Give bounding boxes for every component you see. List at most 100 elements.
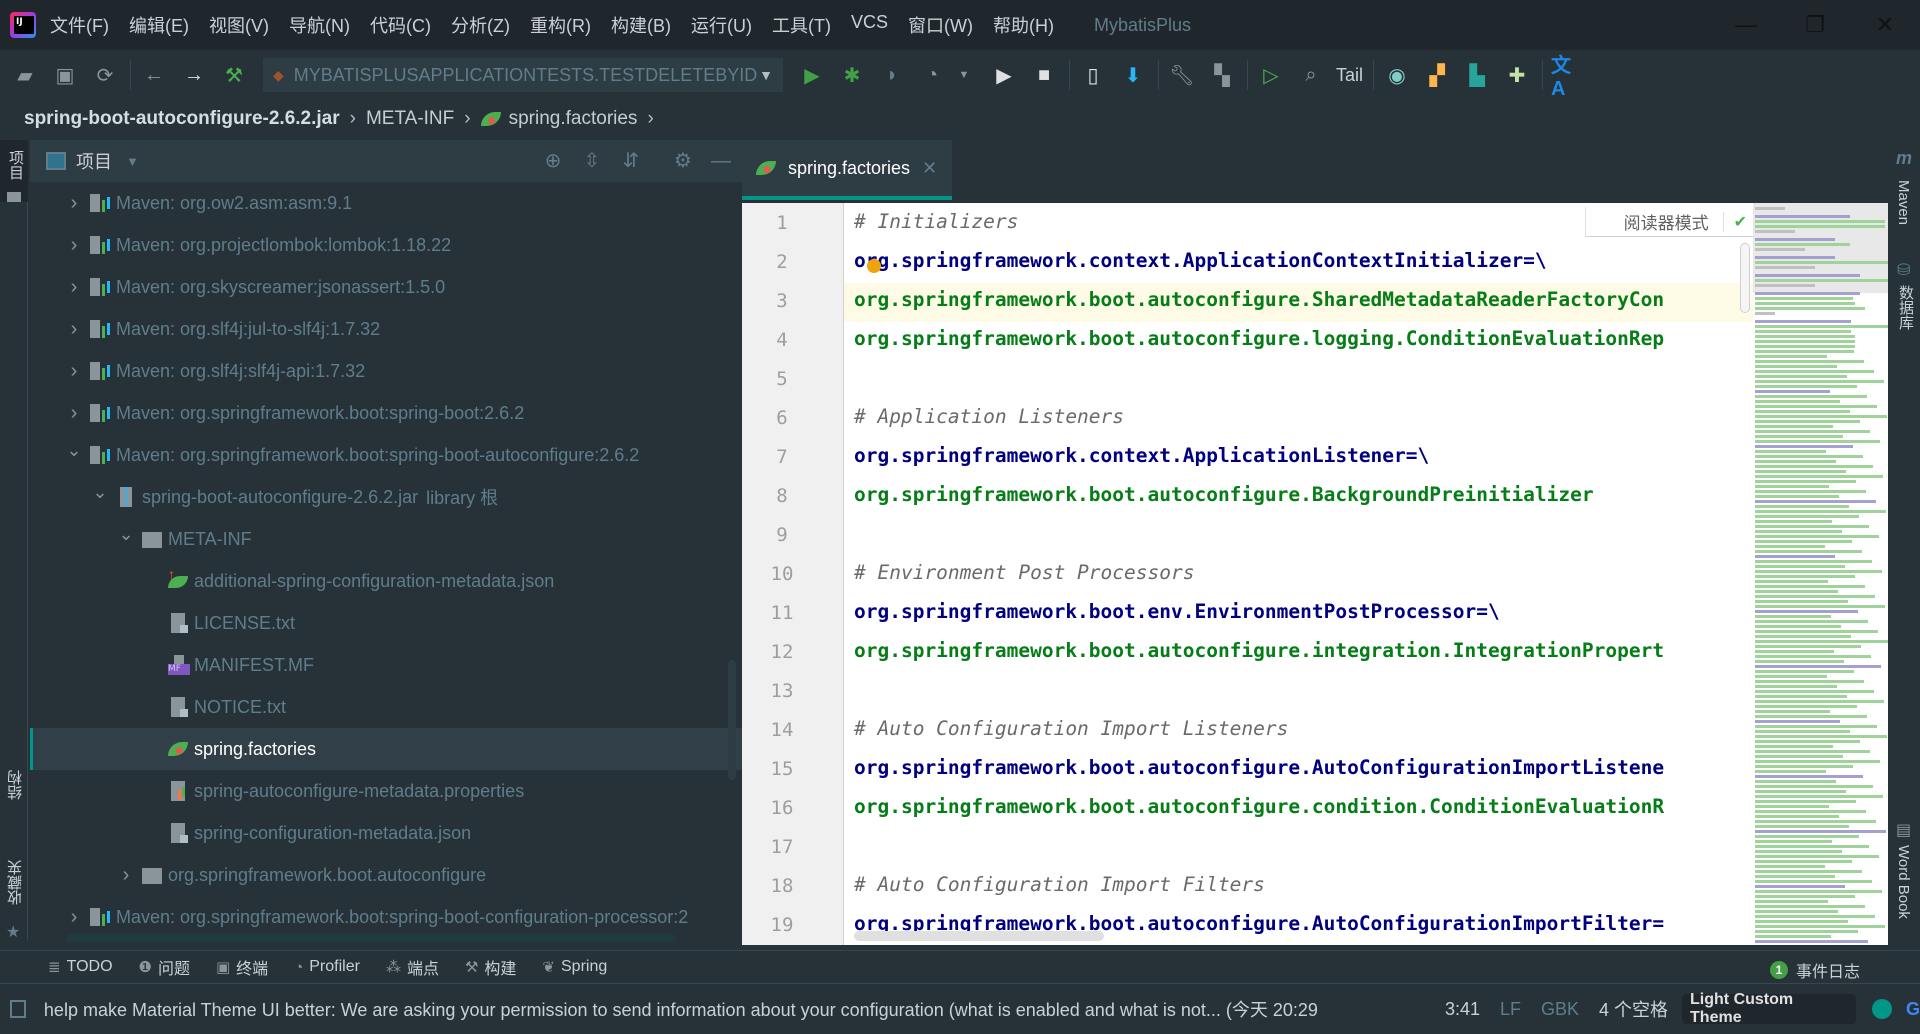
collapse-all-icon[interactable]: ⇵ [618, 148, 644, 174]
bottom-tab-构建[interactable]: ⚒ 构建 [465, 955, 516, 979]
chevron-down-icon[interactable]: ⌄ [90, 482, 110, 503]
bottom-tab-todo[interactable]: ≣ TODO [48, 958, 113, 976]
chevron-right-icon[interactable]: › [64, 360, 84, 383]
tree-item[interactable]: › Maven: org.slf4j:jul-to-slf4j:1.7.32 [30, 308, 742, 350]
back-icon[interactable]: ← [139, 60, 169, 90]
bottom-tab-spring[interactable]: ❦ Spring [542, 958, 607, 976]
tree-item[interactable]: spring.factories [30, 728, 742, 770]
tree-item[interactable]: ⌄ Maven: org.springframework.boot:spring-… [30, 434, 742, 476]
file-encoding[interactable]: GBK [1541, 999, 1579, 1020]
device-manager-icon[interactable]: ▯ [1078, 60, 1108, 90]
menu-item[interactable]: VCS [851, 12, 888, 38]
notification-icon[interactable] [10, 1000, 26, 1018]
tree-item[interactable]: MANIFEST.MF [30, 644, 742, 686]
menu-item[interactable]: 工具(T) [772, 12, 831, 38]
chevron-right-icon[interactable]: › [116, 864, 136, 887]
expand-all-icon[interactable]: ⇳ [579, 148, 605, 174]
tree-item[interactable]: › Maven: org.projectlombok:lombok:1.18.22 [30, 224, 742, 266]
menu-item[interactable]: 构建(B) [611, 12, 671, 38]
tail-button[interactable]: Tail [1336, 60, 1363, 90]
chevron-right-icon[interactable]: › [64, 192, 84, 215]
chevron-right-icon[interactable]: › [64, 906, 84, 929]
menu-item[interactable]: 窗口(W) [908, 12, 973, 38]
code-line[interactable]: org.springframework.boot.autoconfigure.i… [854, 639, 1664, 662]
gear-icon[interactable]: ⚙ [670, 148, 696, 174]
caret-position[interactable]: 3:41 [1445, 999, 1480, 1020]
theme-switcher[interactable]: Light Custom Theme [1682, 991, 1857, 1026]
code-line[interactable]: # Auto Configuration Import Listeners [854, 717, 1288, 740]
breadcrumb-jar[interactable]: spring-boot-autoconfigure-2.6.2.jar [24, 108, 340, 130]
chevron-right-icon[interactable]: › [64, 318, 84, 341]
chevron-right-icon[interactable]: › [64, 402, 84, 425]
tree-item[interactable]: › Maven: org.skyscreamer:jsonassert:1.5.0 [30, 266, 742, 308]
debug-icon[interactable]: ✱ [837, 60, 867, 90]
minimize-button[interactable]: — [1733, 12, 1759, 38]
hide-panel-icon[interactable]: — [708, 148, 734, 174]
code-line[interactable]: org.springframework.context.ApplicationL… [854, 444, 1429, 467]
plugin-icon[interactable]: ✚ [1502, 60, 1532, 90]
bottom-tab-profiler[interactable]: ◔ Profiler [294, 958, 360, 976]
tree-item[interactable]: NOTICE.txt [30, 686, 742, 728]
breadcrumb-spring-factories[interactable]: spring.factories [509, 108, 638, 130]
search-icon[interactable]: ⌕ [1296, 60, 1326, 90]
menu-item[interactable]: 帮助(H) [993, 12, 1054, 38]
code-line[interactable]: org.springframework.context.ApplicationC… [854, 249, 1547, 272]
menu-item[interactable]: 文件(F) [50, 12, 109, 38]
restore-button[interactable]: ❐ [1802, 12, 1828, 38]
build-hammer-icon[interactable]: ⚒ [219, 60, 249, 90]
tree-vertical-scrollbar[interactable] [728, 660, 736, 780]
editor-horizontal-scrollbar[interactable] [854, 931, 1104, 941]
tree-item[interactable]: spring-autoconfigure-metadata.properties [30, 770, 742, 812]
code-line[interactable]: org.springframework.boot.autoconfigure.S… [854, 288, 1664, 311]
code-editor[interactable]: 1 2 3 4 5 6 7 8 9 10 11 12 13 14 15 16 17 18 19 # Initiali… [742, 203, 1753, 945]
tree-item[interactable]: › Maven: org.ow2.asm:asm:9.1 [30, 182, 742, 224]
open-folder-icon[interactable]: ▰ [10, 60, 40, 90]
chevron-down-icon[interactable]: ⌄ [116, 524, 136, 545]
close-window-button[interactable]: ✕ [1872, 12, 1898, 38]
run-configuration-selector[interactable]: ◆ MYBATISPLUSAPPLICATIONTESTS.TESTDELETE… [263, 58, 783, 92]
menu-item[interactable]: 重构(R) [530, 12, 591, 38]
tree-item[interactable]: LICENSE.txt [30, 602, 742, 644]
google-icon[interactable]: G [1906, 999, 1920, 1020]
settings-wrench-icon[interactable]: 🔧︎ [1167, 60, 1197, 90]
chevron-right-icon[interactable]: › [64, 234, 84, 257]
run-anything-icon[interactable]: ▷ [1256, 60, 1286, 90]
lightbulb-icon[interactable] [867, 259, 881, 273]
tab-spring-factories[interactable]: spring.factories ✕ [742, 140, 952, 200]
run-icon[interactable]: ▶ [797, 60, 827, 90]
menu-item[interactable]: 代码(C) [370, 12, 431, 38]
code-line[interactable]: # Environment Post Processors [854, 561, 1194, 584]
inspection-ok-icon[interactable]: ✔ [1722, 211, 1747, 232]
translate-icon[interactable]: 文A [1551, 55, 1581, 100]
sync-icon[interactable]: ⟳ [90, 60, 120, 90]
chevron-down-icon[interactable]: ▼ [126, 154, 139, 169]
menu-item[interactable]: 导航(N) [289, 12, 350, 38]
code-minimap[interactable] [1753, 203, 1888, 945]
project-panel-title[interactable]: 项目 [76, 148, 112, 174]
mysql-icon[interactable]: ▙ [1462, 60, 1492, 90]
code-line[interactable]: # Auto Configuration Import Filters [854, 873, 1265, 896]
menu-item[interactable]: 编辑(E) [129, 12, 189, 38]
coverage-icon[interactable]: ◗ [877, 60, 907, 90]
record-icon[interactable]: ◉ [1382, 60, 1412, 90]
code-line[interactable]: org.springframework.boot.autoconfigure.B… [854, 483, 1594, 506]
tree-item[interactable]: › Maven: org.springframework.boot:spring-… [30, 392, 742, 434]
project-structure-icon[interactable]: ▚ [1207, 60, 1237, 90]
tree-item[interactable]: spring-configuration-metadata.json [30, 812, 742, 854]
menu-item[interactable]: 分析(Z) [451, 12, 510, 38]
tree-item[interactable]: › Maven: org.springframework.boot:spring-… [30, 896, 742, 938]
indent-setting[interactable]: 4 个空格 [1599, 996, 1668, 1022]
tree-item[interactable]: ⌄ spring-boot-autoconfigure-2.6.2.jar libr… [30, 476, 742, 518]
favorites-tool-button[interactable]: 收藏夹 ★ [0, 860, 28, 941]
menu-item[interactable]: 视图(V) [209, 12, 269, 38]
reader-mode-toggle[interactable]: 阅读器模式 ✔ [1585, 207, 1753, 237]
code-line[interactable]: org.springframework.boot.autoconfigure.l… [854, 327, 1664, 350]
more-run-options-icon[interactable]: ▼ [949, 60, 979, 90]
code-line[interactable]: # Application Listeners [854, 405, 1124, 428]
status-message[interactable]: help make Material Theme UI better: We a… [44, 996, 1425, 1022]
tree-item[interactable]: › Maven: org.slf4j:slf4j-api:1.7.32 [30, 350, 742, 392]
save-icon[interactable]: ▣ [50, 60, 80, 90]
profile-icon[interactable]: ◔ [917, 60, 947, 90]
code-line[interactable]: org.springframework.boot.autoconfigure.A… [854, 756, 1664, 779]
close-tab-icon[interactable]: ✕ [922, 158, 937, 179]
